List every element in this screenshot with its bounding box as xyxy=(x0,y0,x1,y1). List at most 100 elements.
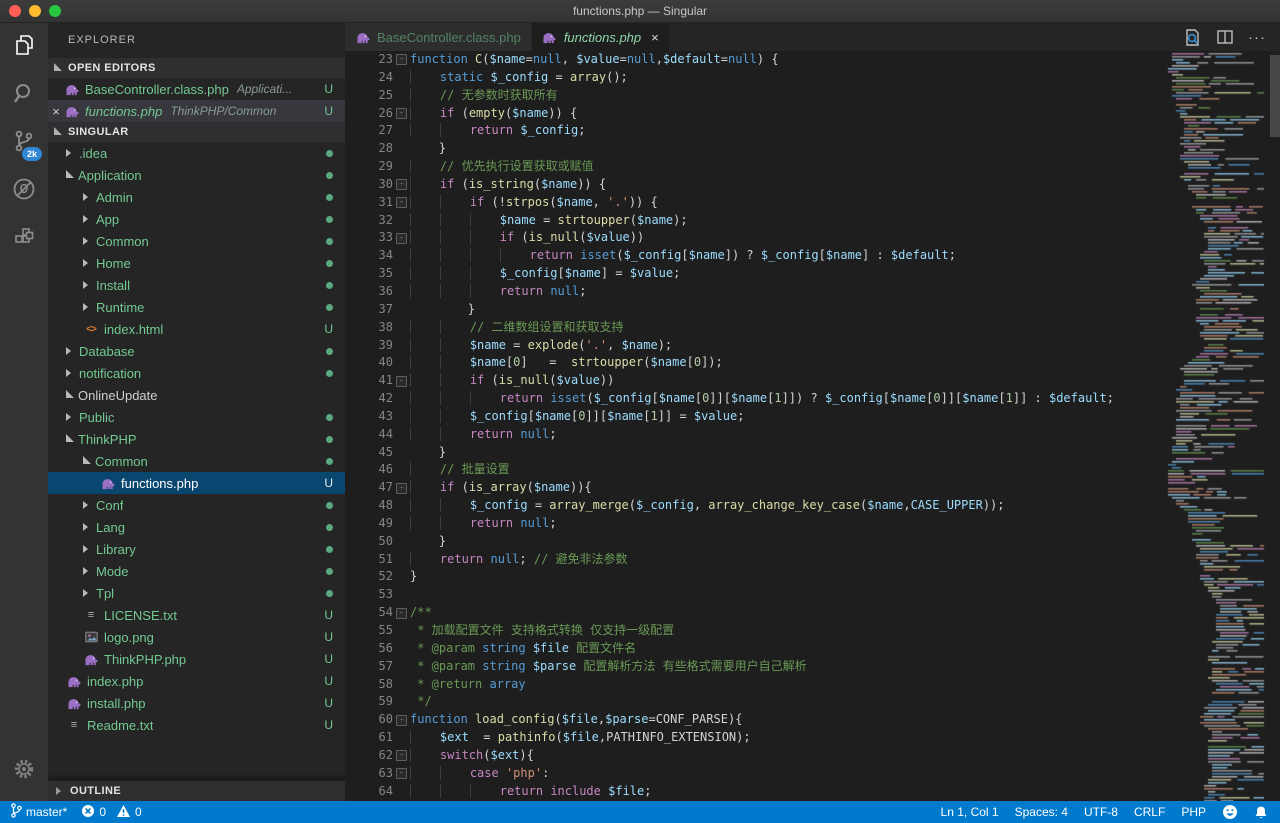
code-line[interactable]: 45 } xyxy=(345,444,1280,462)
tree-item-app[interactable]: App xyxy=(48,208,345,230)
outline-section-header[interactable]: OUTLINE xyxy=(48,781,345,801)
code-line[interactable]: 39 $name = explode('.', $name); xyxy=(345,337,1280,355)
eol-setting[interactable]: CRLF xyxy=(1134,805,1165,819)
line-number[interactable]: 42 xyxy=(345,390,393,408)
line-number[interactable]: 27 xyxy=(345,122,393,140)
fold-toggle-icon[interactable]: - xyxy=(396,768,407,779)
fold-toggle-icon[interactable]: - xyxy=(396,750,407,761)
code-line[interactable]: 47- if (is_array($name)){ xyxy=(345,479,1280,497)
tree-item-notification[interactable]: notification xyxy=(48,362,345,384)
code-line[interactable]: 31- if (!strpos($name, '.')) { xyxy=(345,194,1280,212)
code-line[interactable]: 41- if (is_null($value)) xyxy=(345,372,1280,390)
code-line[interactable]: 49 return null; xyxy=(345,515,1280,533)
line-number[interactable]: 60 xyxy=(345,711,393,729)
line-number[interactable]: 41 xyxy=(345,372,393,390)
feedback-smiley-icon[interactable] xyxy=(1222,804,1238,820)
git-branch-status[interactable]: master* xyxy=(10,803,67,821)
fold-toggle-icon[interactable]: - xyxy=(396,608,407,619)
tree-item-common[interactable]: Common xyxy=(48,230,345,252)
code-line[interactable]: 55 * 加载配置文件 支持格式转换 仅支持一级配置 xyxy=(345,622,1280,640)
open-editor-item[interactable]: ×functions.phpThinkPHP/CommonU xyxy=(48,100,345,122)
line-number[interactable]: 29 xyxy=(345,158,393,176)
fold-toggle-icon[interactable]: - xyxy=(396,179,407,190)
extensions-activity-button[interactable] xyxy=(0,215,48,263)
encoding-setting[interactable]: UTF-8 xyxy=(1084,805,1118,819)
line-number[interactable]: 51 xyxy=(345,551,393,569)
code-line[interactable]: 32 $name = strtoupper($name); xyxy=(345,212,1280,230)
line-number[interactable]: 56 xyxy=(345,640,393,658)
line-number[interactable]: 61 xyxy=(345,729,393,747)
code-line[interactable]: 29 // 优先执行设置获取或赋值 xyxy=(345,158,1280,176)
notifications-bell-icon[interactable] xyxy=(1254,805,1268,820)
code-line[interactable]: 50 } xyxy=(345,533,1280,551)
open-editors-header[interactable]: OPEN EDITORS xyxy=(48,58,345,78)
code-line[interactable]: 54-/** xyxy=(345,604,1280,622)
close-tab-icon[interactable]: × xyxy=(651,30,659,45)
fold-toggle-icon[interactable]: - xyxy=(396,483,407,494)
tree-item-index-html[interactable]: <>index.htmlU xyxy=(48,318,345,340)
code-line[interactable]: 35 $_config[$name] = $value; xyxy=(345,265,1280,283)
code-line[interactable]: 46 // 批量设置 xyxy=(345,461,1280,479)
code-editor[interactable]: 23-function C($name=null, $value=null,$d… xyxy=(345,51,1280,801)
line-number[interactable]: 36 xyxy=(345,283,393,301)
line-number[interactable]: 62 xyxy=(345,747,393,765)
tree-item-public[interactable]: Public xyxy=(48,406,345,428)
tab-basecontroller-class-php[interactable]: BaseController.class.php xyxy=(345,23,532,51)
settings-gear-button[interactable] xyxy=(0,747,48,795)
code-line[interactable]: 36 return null; xyxy=(345,283,1280,301)
code-line[interactable]: 28 } xyxy=(345,140,1280,158)
tree-item-conf[interactable]: Conf xyxy=(48,494,345,516)
line-number[interactable]: 45 xyxy=(345,444,393,462)
code-line[interactable]: 61 $ext = pathinfo($file,PATHINFO_EXTENS… xyxy=(345,729,1280,747)
code-line[interactable]: 42 return isset($_config[$name[0]][$name… xyxy=(345,390,1280,408)
cursor-position[interactable]: Ln 1, Col 1 xyxy=(941,805,999,819)
line-number[interactable]: 48 xyxy=(345,497,393,515)
tree-item-install-php[interactable]: install.phpU xyxy=(48,692,345,714)
tree-item-readme-txt[interactable]: ≡Readme.txtU xyxy=(48,714,345,736)
line-number[interactable]: 39 xyxy=(345,337,393,355)
tree-item--idea[interactable]: .idea xyxy=(48,142,345,164)
line-number[interactable]: 23 xyxy=(345,51,393,69)
minimize-window-button[interactable] xyxy=(29,5,41,17)
line-number[interactable]: 26 xyxy=(345,105,393,123)
tree-item-logo-png[interactable]: logo.pngU xyxy=(48,626,345,648)
fold-toggle-icon[interactable]: - xyxy=(396,54,407,65)
maximize-window-button[interactable] xyxy=(49,5,61,17)
tree-item-tpl[interactable]: Tpl xyxy=(48,582,345,604)
line-number[interactable]: 50 xyxy=(345,533,393,551)
code-line[interactable]: 51 return null; // 避免非法参数 xyxy=(345,551,1280,569)
tree-item-thinkphp-php[interactable]: ThinkPHP.phpU xyxy=(48,648,345,670)
code-line[interactable]: 63- case 'php': xyxy=(345,765,1280,783)
line-number[interactable]: 52 xyxy=(345,568,393,586)
line-number[interactable]: 28 xyxy=(345,140,393,158)
code-line[interactable]: 33- if (is_null($value)) xyxy=(345,229,1280,247)
line-number[interactable]: 35 xyxy=(345,265,393,283)
code-line[interactable]: 56 * @param string $file 配置文件名 xyxy=(345,640,1280,658)
tree-item-install[interactable]: Install xyxy=(48,274,345,296)
code-line[interactable]: 48 $_config = array_merge($_config, arra… xyxy=(345,497,1280,515)
line-number[interactable]: 59 xyxy=(345,693,393,711)
minimap[interactable] xyxy=(1166,51,1270,801)
code-line[interactable]: 37 } xyxy=(345,301,1280,319)
tree-item-thinkphp[interactable]: ThinkPHP xyxy=(48,428,345,450)
tree-item-admin[interactable]: Admin xyxy=(48,186,345,208)
explorer-activity-button[interactable] xyxy=(0,23,48,71)
line-number[interactable]: 53 xyxy=(345,586,393,604)
line-number[interactable]: 46 xyxy=(345,461,393,479)
code-line[interactable]: 62- switch($ext){ xyxy=(345,747,1280,765)
tree-item-runtime[interactable]: Runtime xyxy=(48,296,345,318)
open-preview-icon[interactable] xyxy=(1183,28,1202,47)
code-line[interactable]: 23-function C($name=null, $value=null,$d… xyxy=(345,51,1280,69)
code-line[interactable]: 30- if (is_string($name)) { xyxy=(345,176,1280,194)
tree-item-license-txt[interactable]: ≡LICENSE.txtU xyxy=(48,604,345,626)
line-number[interactable]: 55 xyxy=(345,622,393,640)
source-control-activity-button[interactable]: 2k xyxy=(0,119,48,167)
tree-item-database[interactable]: Database xyxy=(48,340,345,362)
search-activity-button[interactable] xyxy=(0,71,48,119)
line-number[interactable]: 43 xyxy=(345,408,393,426)
code-line[interactable]: 34 return isset($_config[$name]) ? $_con… xyxy=(345,247,1280,265)
line-number[interactable]: 25 xyxy=(345,87,393,105)
fold-toggle-icon[interactable]: - xyxy=(396,197,407,208)
line-number[interactable]: 24 xyxy=(345,69,393,87)
line-number[interactable]: 47 xyxy=(345,479,393,497)
